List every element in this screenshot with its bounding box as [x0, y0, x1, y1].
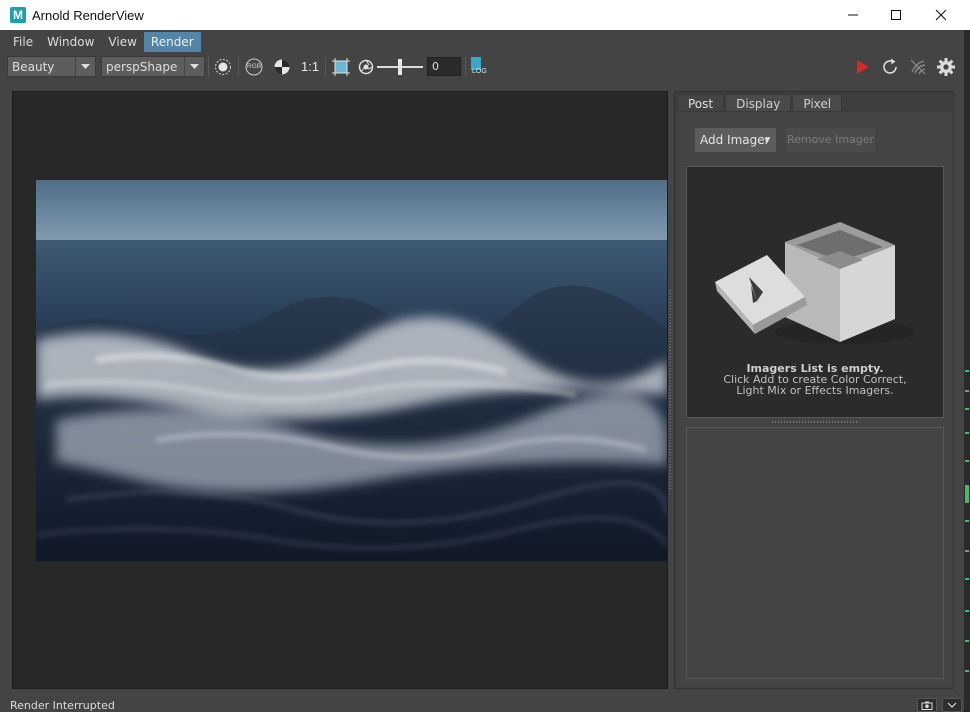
empty-line-2: Light Mix or Effects Imagers. — [736, 384, 894, 397]
render-image[interactable] — [36, 180, 667, 561]
exposure-input[interactable]: 0 — [427, 57, 461, 76]
log-icon[interactable]: LOG — [469, 57, 489, 77]
aov-dropdown[interactable]: Beauty — [7, 56, 96, 77]
aperture-icon[interactable] — [356, 57, 376, 77]
menu-render[interactable]: Render — [143, 31, 201, 52]
status-bar: Render Interrupted — [0, 695, 964, 712]
maya-logo-icon: M — [10, 7, 26, 23]
toolbar-separator — [238, 57, 239, 77]
menu-bar: File Window View Render — [0, 30, 964, 53]
camera-value: perspShape — [106, 60, 178, 74]
interactive-render-icon[interactable] — [908, 57, 928, 77]
menu-file[interactable]: File — [6, 32, 40, 52]
side-panel: Post Display Pixel Add Imager ▼ Remove I… — [674, 91, 954, 689]
gear-icon[interactable] — [936, 57, 956, 77]
toolbar-separator — [325, 57, 326, 77]
camera-icon — [921, 701, 933, 710]
close-button[interactable] — [918, 0, 964, 30]
maximize-icon — [891, 10, 901, 20]
rgb-icon[interactable]: RGB — [244, 57, 264, 77]
title-bar: M Arnold RenderView — [0, 0, 970, 30]
ocean-render-image — [36, 180, 667, 561]
checker-background-icon[interactable] — [272, 57, 292, 77]
empty-box-illustration-icon — [715, 222, 915, 344]
close-icon — [935, 9, 947, 21]
remove-imager-button[interactable]: Remove Imager — [786, 128, 875, 152]
window-title: Arnold RenderView — [32, 7, 144, 23]
render-play-icon[interactable] — [852, 57, 872, 77]
panel-tabs: Post Display Pixel — [677, 94, 843, 112]
log-label: LOG — [472, 68, 487, 75]
menu-view[interactable]: View — [101, 32, 143, 52]
imager-splitter[interactable] — [772, 421, 858, 423]
chevron-down-icon — [184, 57, 204, 76]
status-text: Render Interrupted — [10, 699, 115, 712]
add-imager-button[interactable]: Add Imager ▼ — [695, 128, 776, 152]
maximize-button[interactable] — [873, 0, 919, 30]
tab-post[interactable]: Post — [677, 94, 725, 112]
refresh-icon[interactable] — [880, 57, 900, 77]
imagers-list[interactable]: Imagers List is empty. Click Add to crea… — [686, 166, 944, 418]
ratio-label[interactable]: 1:1 — [301, 57, 319, 77]
add-imager-label: Add Imager — [700, 133, 770, 147]
crop-region-icon[interactable] — [213, 57, 233, 77]
empty-message: Imagers List is empty. Click Add to crea… — [687, 363, 943, 396]
chevron-down-icon: ▼ — [764, 136, 770, 144]
rgb-label: RGB — [247, 63, 262, 70]
imager-properties — [686, 427, 944, 679]
post-tab-page: Add Imager ▼ Remove Imager Imagers List … — [676, 112, 952, 687]
minimize-icon — [848, 14, 858, 16]
background-window-edge — [964, 30, 970, 712]
toolbar-separator — [208, 57, 209, 77]
snapshot-button[interactable] — [917, 698, 937, 712]
chevron-down-icon — [947, 702, 957, 708]
minimize-button[interactable] — [830, 0, 876, 30]
toolbar: Beauty perspShape RGB 1:1 0 LOG — [0, 54, 964, 80]
toolbar-separator — [465, 57, 466, 77]
tab-pixel[interactable]: Pixel — [792, 94, 843, 112]
expand-status-button[interactable] — [942, 698, 962, 712]
exposure-slider-handle[interactable] — [398, 59, 402, 75]
camera-dropdown[interactable]: perspShape — [101, 56, 205, 77]
frame-region-icon[interactable] — [331, 57, 351, 77]
tab-display[interactable]: Display — [725, 94, 792, 112]
chevron-down-icon — [75, 57, 95, 76]
aov-value: Beauty — [12, 60, 55, 74]
panel-splitter[interactable] — [669, 290, 671, 490]
menu-window[interactable]: Window — [40, 32, 101, 52]
